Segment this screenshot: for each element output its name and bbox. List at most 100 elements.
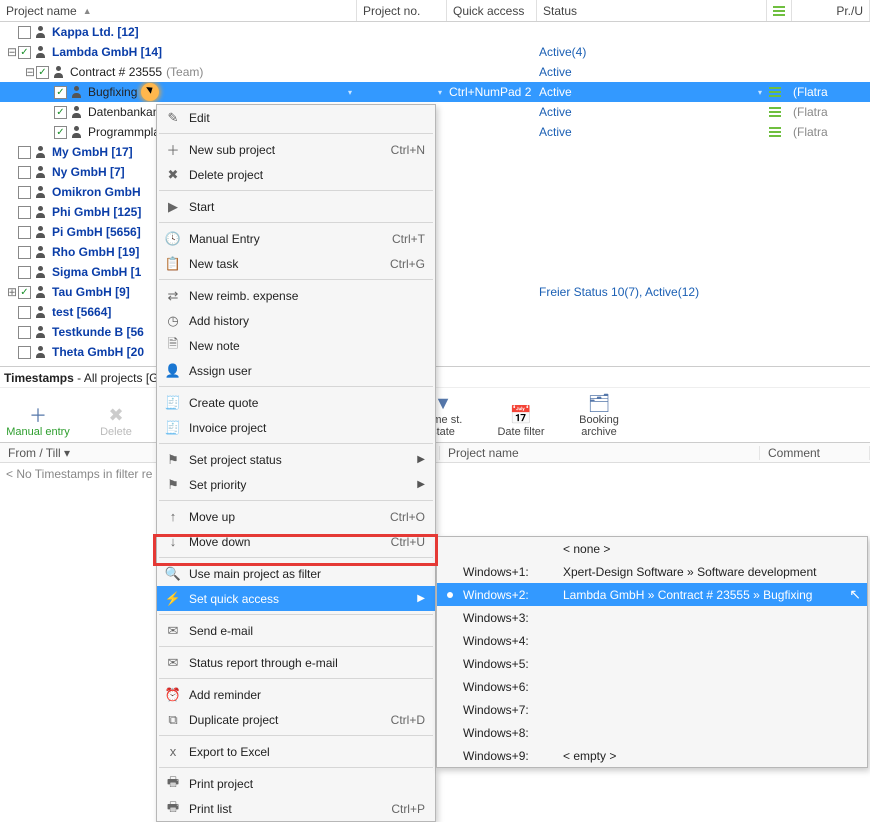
dropdown-icon[interactable]: ▾ xyxy=(755,88,765,97)
menu-item[interactable]: ＋New sub projectCtrl+N xyxy=(157,137,435,162)
submenu-item[interactable]: Windows+3: xyxy=(437,606,867,629)
menu-separator xyxy=(159,500,433,501)
submenu-item[interactable]: Windows+2:Lambda GmbH » Contract # 23555… xyxy=(437,583,867,606)
checkbox[interactable]: ✓ xyxy=(36,66,49,79)
menu-item[interactable]: 🖶Print listCtrl+P xyxy=(157,796,435,821)
menu-item[interactable]: ⧉Duplicate projectCtrl+D xyxy=(157,707,435,732)
person-icon xyxy=(34,185,48,199)
col-pru[interactable]: Pr./U xyxy=(792,0,870,21)
checkbox[interactable] xyxy=(18,166,31,179)
menu-item[interactable]: 👤Assign user xyxy=(157,358,435,383)
menu-item[interactable]: ✖Delete project xyxy=(157,162,435,187)
menu-separator xyxy=(159,133,433,134)
menu-item[interactable]: ▶Start xyxy=(157,194,435,219)
menu-item[interactable]: ↓Move downCtrl+U xyxy=(157,529,435,554)
menu-item[interactable]: 🗎New note xyxy=(157,333,435,358)
project-name-label: Rho GmbH [19] xyxy=(52,245,139,259)
menu-icon: 🗎 xyxy=(163,335,183,357)
col-quick-access-label: Quick access xyxy=(453,4,524,18)
menu-item[interactable]: ⇄New reimb. expense xyxy=(157,283,435,308)
checkbox[interactable]: ✓ xyxy=(54,106,67,119)
submenu-item[interactable]: Windows+5: xyxy=(437,652,867,675)
dropdown-icon[interactable]: ▾ xyxy=(435,88,445,97)
col-project-name[interactable]: Project name ▲ xyxy=(0,0,357,21)
tree-row[interactable]: ⊟✓Contract # 23555(Team)Active xyxy=(0,62,870,82)
col-status[interactable]: Status xyxy=(537,0,767,21)
submenu-item[interactable]: Windows+4: xyxy=(437,629,867,652)
col-bars[interactable] xyxy=(767,0,792,21)
menu-item[interactable]: ✉Send e-mail xyxy=(157,618,435,643)
menu-icon: ＋ xyxy=(163,140,183,159)
menu-item[interactable]: 🧾Create quote xyxy=(157,390,435,415)
checkbox[interactable] xyxy=(18,346,31,359)
tree-row[interactable]: ✓Bugfixing▾▾Ctrl+NumPad 2Active▾(Flatra xyxy=(0,82,870,102)
submenu-item[interactable]: < none > xyxy=(437,537,867,560)
menu-item[interactable]: ⚑Set project status▶ xyxy=(157,447,435,472)
menu-label: Send e-mail xyxy=(183,624,425,638)
submenu-item[interactable]: Windows+7: xyxy=(437,698,867,721)
checkbox[interactable]: ✓ xyxy=(54,126,67,139)
menu-item[interactable]: 🧾Invoice project xyxy=(157,415,435,440)
menu-separator xyxy=(159,678,433,679)
submenu-item[interactable]: Windows+8: xyxy=(437,721,867,744)
menu-item[interactable]: 🔍Use main project as filter xyxy=(157,561,435,586)
status-label: Active xyxy=(539,125,572,139)
checkbox[interactable]: ✓ xyxy=(18,286,31,299)
menu-item[interactable]: ⚡Set quick access▶ xyxy=(157,586,435,611)
menu-item[interactable]: ⚑Set priority▶ xyxy=(157,472,435,497)
menu-item[interactable]: ⏰Add reminder xyxy=(157,682,435,707)
submenu-item[interactable]: Windows+9:< empty > xyxy=(437,744,867,767)
menu-item[interactable]: ✉Status report through e-mail xyxy=(157,650,435,675)
expand-icon[interactable]: ⊟ xyxy=(6,45,18,59)
menu-label: Manual Entry xyxy=(183,232,392,246)
submenu-key: Windows+5: xyxy=(463,657,563,671)
menu-item[interactable]: 🕓Manual EntryCtrl+T xyxy=(157,226,435,251)
checkbox[interactable] xyxy=(18,266,31,279)
menu-separator xyxy=(159,767,433,768)
tree-row[interactable]: Kappa Ltd. [12] xyxy=(0,22,870,42)
checkbox[interactable] xyxy=(18,26,31,39)
menu-item[interactable]: 📋New taskCtrl+G xyxy=(157,251,435,276)
checkbox[interactable]: ✓ xyxy=(18,46,31,59)
checkbox[interactable] xyxy=(18,246,31,259)
tree-row[interactable]: ⊟✓Lambda GmbH [14]Active(4) xyxy=(0,42,870,62)
menu-item[interactable]: ↑Move upCtrl+O xyxy=(157,504,435,529)
checkbox[interactable] xyxy=(18,326,31,339)
menu-item[interactable]: ◷Add history xyxy=(157,308,435,333)
project-context-menu[interactable]: ✎Edit ＋New sub projectCtrl+N✖Delete proje… xyxy=(156,104,436,822)
person-icon xyxy=(34,245,48,259)
quick-access-submenu[interactable]: < none >Windows+1:Xpert-Design Software … xyxy=(436,536,868,768)
toolbar-button[interactable]: ＋Manual entry xyxy=(6,404,70,438)
subheader-cell[interactable]: Project name xyxy=(440,446,760,460)
expand-icon[interactable]: ⊟ xyxy=(24,65,36,79)
toolbar-button[interactable]: 📅Date filter xyxy=(489,404,553,438)
menu-separator xyxy=(159,735,433,736)
menu-label: New reimb. expense xyxy=(183,289,425,303)
submenu-item[interactable]: Windows+6: xyxy=(437,675,867,698)
team-badge: (Team) xyxy=(166,65,203,79)
col-quick-access[interactable]: Quick access xyxy=(447,0,537,21)
toolbar-button[interactable]: 🗂Booking archive xyxy=(567,392,631,438)
checkbox[interactable] xyxy=(18,186,31,199)
submenu-item[interactable]: Windows+1:Xpert-Design Software » Softwa… xyxy=(437,560,867,583)
menu-icon: ⚑ xyxy=(163,452,183,468)
col-project-no[interactable]: Project no. xyxy=(357,0,447,21)
menu-item[interactable]: ✎Edit xyxy=(157,105,435,130)
menu-icon: x xyxy=(163,744,183,759)
person-icon xyxy=(34,145,48,159)
submenu-key: Windows+9: xyxy=(463,749,563,763)
dropdown-icon[interactable]: ▾ xyxy=(345,88,355,97)
timestamps-title-b: Timestamps xyxy=(4,371,74,385)
checkbox[interactable] xyxy=(18,146,31,159)
subheader-cell[interactable]: Comment xyxy=(760,446,870,460)
checkbox[interactable] xyxy=(18,306,31,319)
menu-icon: ✖ xyxy=(163,167,183,183)
checkbox[interactable] xyxy=(18,206,31,219)
submenu-value: < empty > xyxy=(563,749,857,763)
checkbox[interactable]: ✓ xyxy=(54,86,67,99)
status-label: Active xyxy=(539,65,572,79)
checkbox[interactable] xyxy=(18,226,31,239)
expand-icon[interactable]: ⊞ xyxy=(6,285,18,299)
menu-item[interactable]: 🖶Print project xyxy=(157,771,435,796)
menu-item[interactable]: xExport to Excel xyxy=(157,739,435,764)
